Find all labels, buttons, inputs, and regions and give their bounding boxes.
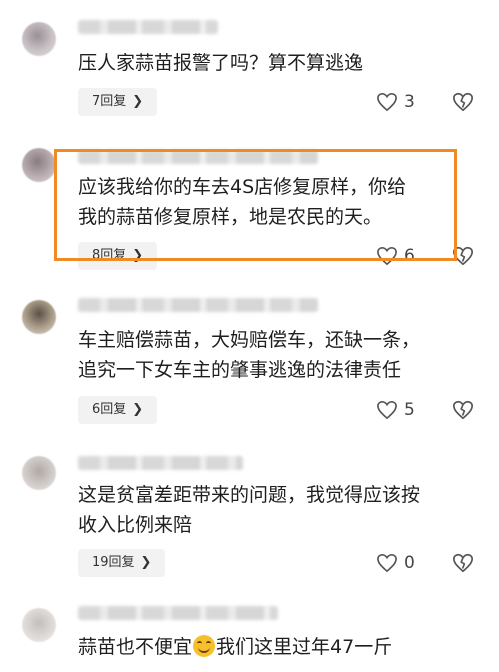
reply-label: 6回复 bbox=[92, 402, 127, 417]
avatar[interactable] bbox=[22, 608, 56, 642]
reply-button[interactable]: 7回复 ❯ bbox=[78, 88, 158, 116]
broken-heart-icon[interactable] bbox=[452, 91, 474, 113]
avatar[interactable] bbox=[22, 300, 56, 334]
like-button[interactable]: 0 bbox=[376, 549, 415, 577]
comment-text: 车主赔偿蒜苗，大妈赔偿车，还缺一条， 追究一下女车主的肇事逃逸的法律责任 bbox=[78, 329, 421, 381]
broken-heart-icon[interactable] bbox=[452, 245, 474, 267]
broken-heart-icon[interactable] bbox=[452, 552, 474, 574]
comment-text: 蒜苗也不便宜 我们这里过年47一斤 bbox=[78, 635, 393, 658]
like-count: 6 bbox=[404, 246, 415, 266]
heart-icon bbox=[377, 92, 397, 112]
like-button[interactable]: 5 bbox=[376, 396, 415, 424]
like-button[interactable]: 3 bbox=[376, 88, 415, 116]
reply-label: 8回复 bbox=[92, 248, 127, 263]
reply-label: 7回复 bbox=[92, 94, 127, 109]
like-count: 3 bbox=[404, 92, 415, 112]
comment-text: 压人家蒜苗报警了吗？算不算逃逸 bbox=[78, 52, 364, 74]
broken-heart-icon[interactable] bbox=[452, 399, 474, 421]
username-blurred[interactable] bbox=[78, 606, 278, 620]
username-blurred[interactable] bbox=[78, 150, 318, 164]
heart-icon bbox=[377, 246, 397, 266]
chevron-right-icon: ❯ bbox=[132, 94, 144, 109]
chevron-right-icon: ❯ bbox=[132, 402, 144, 417]
username-blurred[interactable] bbox=[78, 456, 243, 470]
username-blurred[interactable] bbox=[78, 298, 318, 312]
heart-icon bbox=[377, 553, 397, 573]
chevron-right-icon: ❯ bbox=[140, 555, 152, 570]
reply-label: 19回复 bbox=[92, 555, 135, 570]
chevron-right-icon: ❯ bbox=[132, 248, 144, 263]
like-count: 0 bbox=[404, 553, 415, 573]
smiling-face-emoji-icon bbox=[193, 635, 216, 657]
reply-button[interactable]: 19回复 ❯ bbox=[78, 549, 166, 577]
avatar[interactable] bbox=[22, 456, 56, 490]
comment-text: 这是贫富差距带来的问题，我觉得应该按 收入比例来陪 bbox=[78, 484, 421, 536]
reply-button[interactable]: 6回复 ❯ bbox=[78, 396, 158, 424]
like-count: 5 bbox=[404, 400, 415, 420]
reply-button[interactable]: 8回复 ❯ bbox=[78, 242, 158, 270]
comment-text: 应该我给你的车去4S店修复原样，你给 我的蒜苗修复原样，地是农民的天。 bbox=[78, 176, 407, 228]
heart-icon bbox=[377, 400, 397, 420]
like-button[interactable]: 6 bbox=[376, 242, 415, 270]
avatar[interactable] bbox=[22, 148, 56, 182]
avatar[interactable] bbox=[22, 22, 56, 56]
username-blurred[interactable] bbox=[78, 20, 218, 34]
